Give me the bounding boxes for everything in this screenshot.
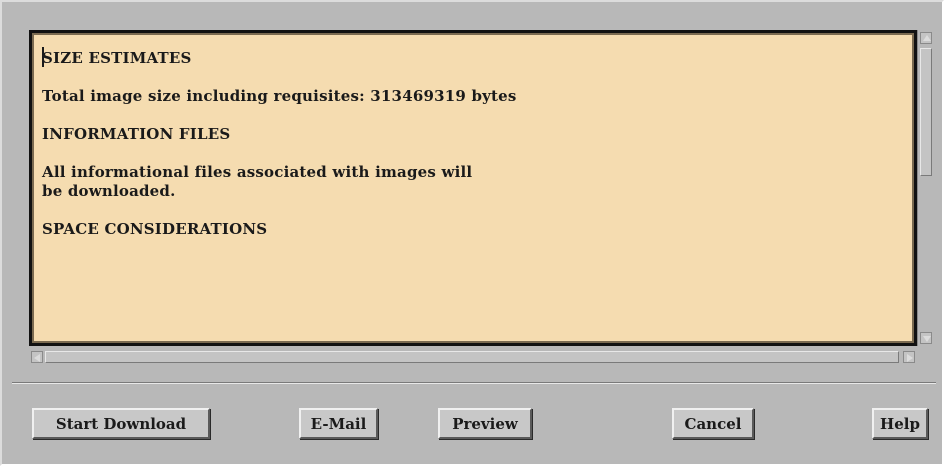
text-line: be downloaded. — [42, 182, 176, 200]
vertical-scroll-thumb[interactable] — [920, 48, 932, 176]
email-button[interactable]: E-Mail — [299, 408, 378, 439]
help-button[interactable]: Help — [872, 408, 928, 439]
cancel-button[interactable]: Cancel — [672, 408, 754, 439]
preview-button[interactable]: Preview — [438, 408, 532, 439]
text-cursor — [42, 47, 44, 67]
text-line: Total image size including requisites: 3… — [42, 87, 517, 105]
start-download-button[interactable]: Start Download — [32, 408, 210, 439]
vertical-scrollbar[interactable] — [917, 30, 934, 346]
text-line: All informational files associated with … — [42, 163, 473, 181]
info-text-area[interactable]: SIZE ESTIMATES Total image size includin… — [29, 30, 917, 346]
text-line: INFORMATION FILES — [42, 125, 231, 143]
triangle-left-icon[interactable] — [31, 351, 43, 363]
horizontal-scroll-thumb[interactable] — [45, 351, 899, 363]
triangle-right-icon[interactable] — [903, 351, 915, 363]
separator — [12, 382, 936, 384]
download-dialog: SIZE ESTIMATES Total image size includin… — [0, 0, 944, 466]
triangle-down-icon[interactable] — [920, 332, 932, 344]
triangle-up-icon[interactable] — [920, 32, 932, 44]
text-line: SIZE ESTIMATES — [42, 49, 192, 67]
text-line: SPACE CONSIDERATIONS — [42, 220, 268, 238]
horizontal-scrollbar[interactable] — [29, 349, 917, 365]
info-text-content[interactable]: SIZE ESTIMATES Total image size includin… — [32, 33, 914, 343]
